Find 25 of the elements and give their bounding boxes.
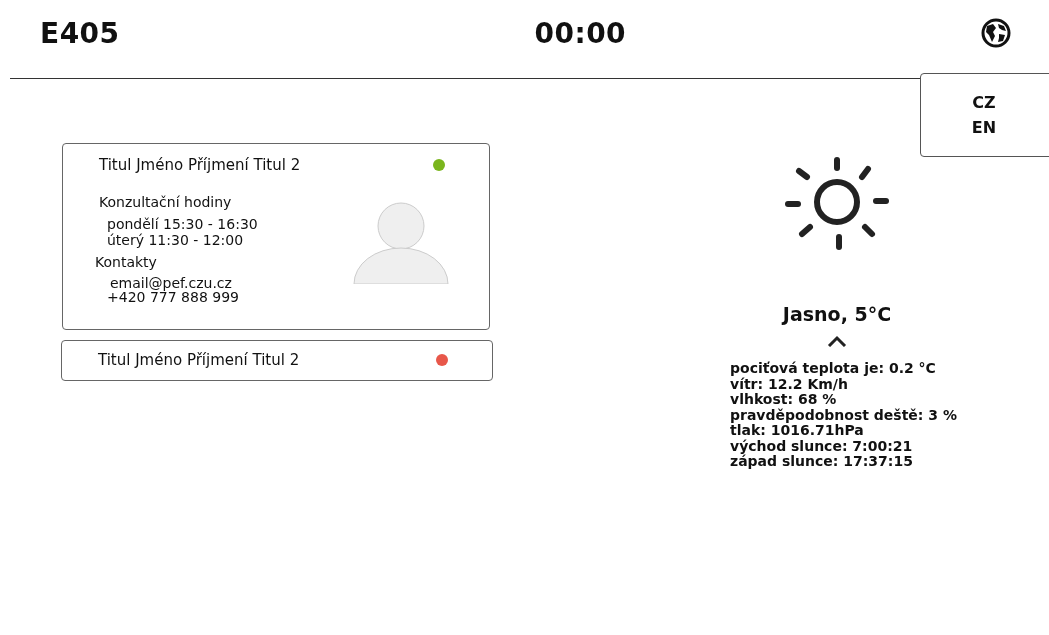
weather-detail: východ slunce: 7:00:21 [730,438,914,454]
email-text: email@pef.czu.cz [110,275,233,291]
weather-detail: tlak: 1016.71hPa [730,423,864,439]
hours-line: úterý 11:30 - 12:00 [107,232,245,248]
caret-up-icon[interactable] [827,335,847,347]
person-name: Titul Jméno Příjmení Titul 2 [99,156,301,174]
globe-icon[interactable] [981,18,1011,48]
person-name: Titul Jméno Příjmení Titul 2 [98,351,300,369]
person-card[interactable]: Titul Jméno Příjmení Titul 2 [61,340,493,381]
weather-detail: pociťová teplota je: 0.2 °C [730,361,937,377]
clock: 00:00 [534,16,627,50]
language-option[interactable]: EN [971,118,997,137]
room-number: E405 [40,16,120,50]
avatar-icon [353,202,449,284]
weather-detail: vlhkost: 68 % [730,392,838,408]
hours-line: pondělí 15:30 - 16:30 [107,216,258,232]
person-card[interactable]: Titul Jméno Příjmení Titul 2 Konzultační hodiny pondělí 15:30 - 16:30 úterý 11:30 - 12:00 Kontakty email@pef.czu.cz +420 777 888 999 [62,143,490,330]
weather-detail: západ slunce: 17:37:15 [730,454,914,470]
contacts-heading: Kontakty [95,254,158,270]
language-option[interactable]: CZ [972,93,996,112]
hours-heading: Konzultační hodiny [99,194,233,210]
phone-text: +420 777 888 999 [107,289,240,305]
weather-summary: Jasno, 5°C [782,303,892,325]
weather-detail: vítr: 12.2 Km/h [730,376,848,392]
weather-detail: pravděpodobnost deště: 3 % [730,407,958,423]
